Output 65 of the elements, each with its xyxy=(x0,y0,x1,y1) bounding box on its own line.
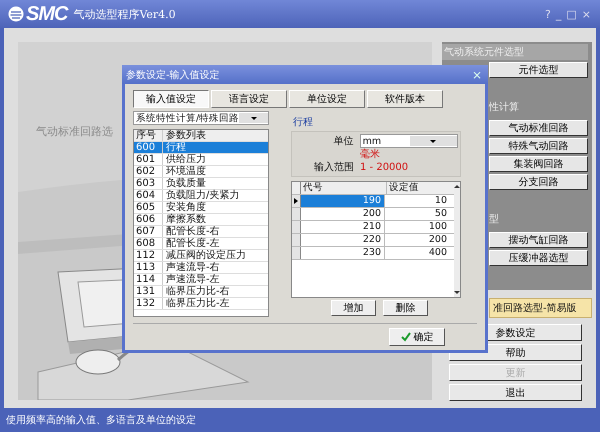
column-header: 参数列表 xyxy=(165,130,206,141)
panel-button[interactable]: 压缓冲器选型 xyxy=(489,250,588,266)
list-row[interactable]: 132 临界压力比-左 xyxy=(134,298,268,310)
column-header: 代号 xyxy=(301,182,387,194)
check-icon xyxy=(400,332,410,342)
list-row[interactable]: 605 安装角度 xyxy=(134,202,268,214)
row-header[interactable] xyxy=(292,195,301,207)
status-text: 使用频率高的输入值、多语言及单位的设定 xyxy=(5,414,197,428)
grid-button[interactable]: 增加 xyxy=(331,300,376,316)
panel-button[interactable]: 摆动气缸回路 xyxy=(489,232,588,248)
tab[interactable]: 输入值设定 xyxy=(133,90,209,108)
logo: SMC xyxy=(8,2,68,26)
mode-label: 准回路选型-简易版 xyxy=(489,298,592,318)
list-row[interactable]: 603 负载质量 xyxy=(134,178,268,190)
table-cell[interactable]: 200 xyxy=(385,234,450,246)
panel-button[interactable]: 特殊气动回路 xyxy=(489,138,588,154)
window-control[interactable]: _ xyxy=(554,8,562,20)
list-row[interactable]: 604 负载阻力/夹紧力 xyxy=(134,190,268,202)
list-row[interactable]: 602 环境温度 xyxy=(134,166,268,178)
table-cell[interactable]: 400 xyxy=(385,247,450,259)
list-row[interactable]: 601 供给压力 xyxy=(134,154,268,166)
section-title: 行程 xyxy=(293,116,314,129)
ok-button[interactable]: 确定 xyxy=(389,328,445,346)
category-dropdown[interactable]: 系统特性计算/特殊回路 xyxy=(133,111,269,125)
list-row[interactable]: 600 行程 xyxy=(134,142,268,154)
panel-button[interactable]: 气动标准回路 xyxy=(489,120,588,136)
panel-button[interactable]: 集装阀回路 xyxy=(489,156,588,172)
list-row[interactable]: 608 配管长度-左 xyxy=(134,238,268,250)
table-cell[interactable]: 10 xyxy=(385,195,450,207)
field-label: 单位 xyxy=(332,134,354,148)
panel-header: 气动系统元件选型 xyxy=(442,44,588,60)
list-row[interactable]: 131 临界压力比-右 xyxy=(134,286,268,298)
group-heading: 性计算 xyxy=(489,100,520,114)
unit-name: 毫米 xyxy=(360,148,380,161)
field-label: 输入范围 xyxy=(313,160,354,174)
panel-button[interactable]: 元件选型 xyxy=(489,62,588,78)
table-cell[interactable]: 100 xyxy=(385,221,450,233)
table-cell[interactable]: 230 xyxy=(301,247,385,259)
group-heading: 型 xyxy=(489,212,500,226)
list-row[interactable]: 606 摩擦系数 xyxy=(134,214,268,226)
panel-button[interactable]: 分支回路 xyxy=(489,174,588,190)
tab[interactable]: 软件版本 xyxy=(367,90,443,108)
scrollbar[interactable] xyxy=(454,182,460,297)
list-row[interactable]: 114 声速流导-左 xyxy=(134,274,268,286)
list-row[interactable]: 112 减压阀的设定压力 xyxy=(134,250,268,262)
unit-dropdown[interactable]: mm xyxy=(360,134,458,148)
dialog-title: 参数设定-输入值设定 xyxy=(126,68,220,82)
grid-button[interactable]: 删除 xyxy=(383,300,428,316)
table-cell[interactable]: 200 xyxy=(301,208,385,220)
window-title: 气动选型程序Ver4.0 xyxy=(73,6,176,22)
list-row[interactable]: 113 声速流导-右 xyxy=(134,262,268,274)
column-header: 序号 xyxy=(134,130,163,141)
tab[interactable]: 单位设定 xyxy=(289,90,365,108)
table-cell[interactable]: 190 xyxy=(301,195,385,207)
caption-text: 气动标准回路选 xyxy=(36,124,113,139)
table-cell[interactable]: 50 xyxy=(385,208,450,220)
table-cell[interactable]: 210 xyxy=(301,221,385,233)
list-row[interactable]: 607 配管长度-右 xyxy=(134,226,268,238)
caret-icon[interactable] xyxy=(239,113,268,123)
column-header: 设定值 xyxy=(387,182,454,194)
table-cell[interactable]: 220 xyxy=(301,234,385,246)
close-button[interactable]: × xyxy=(470,68,484,82)
tab[interactable]: 语言设定 xyxy=(211,90,287,108)
action-button[interactable]: 退出 xyxy=(449,384,582,401)
range-text: 1 - 20000 xyxy=(360,162,408,172)
